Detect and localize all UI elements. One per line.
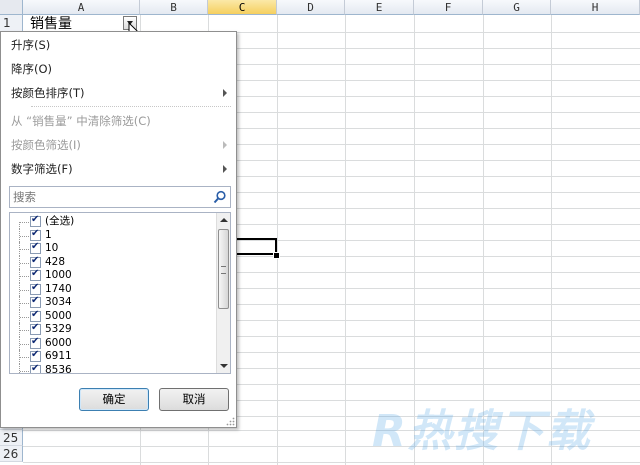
column-header-f[interactable]: F bbox=[414, 0, 483, 15]
list-item-label: 1740 bbox=[45, 282, 72, 295]
menu-separator bbox=[31, 106, 231, 107]
row-header-25[interactable]: 25 bbox=[0, 430, 23, 446]
checkbox-checked-icon[interactable] bbox=[30, 295, 41, 308]
tree-line bbox=[20, 249, 29, 250]
list-item[interactable]: 1740 bbox=[10, 282, 210, 296]
list-item-label: 5000 bbox=[45, 309, 72, 322]
list-item-label: (全选) bbox=[45, 215, 75, 227]
column-header-h[interactable]: H bbox=[551, 0, 640, 15]
column-header-b[interactable]: B bbox=[140, 0, 208, 15]
ok-button[interactable]: 确定 bbox=[79, 388, 149, 411]
scrollbar-thumb[interactable] bbox=[218, 229, 229, 309]
resize-grip-icon[interactable] bbox=[225, 416, 235, 426]
checkbox-checked-icon[interactable] bbox=[30, 336, 41, 349]
tree-line bbox=[19, 363, 21, 373]
select-all-corner[interactable] bbox=[0, 0, 23, 15]
list-item[interactable]: (全选) bbox=[10, 214, 210, 229]
list-item[interactable]: 5000 bbox=[10, 309, 210, 323]
checkbox-checked-icon[interactable] bbox=[30, 255, 41, 268]
filter-values-list: (全选) 1 10 428 1000 bbox=[9, 212, 231, 374]
checkbox-checked-icon[interactable] bbox=[30, 322, 41, 335]
list-item-label: 6000 bbox=[45, 336, 72, 349]
tree-line bbox=[20, 289, 29, 291]
checkbox-checked-icon[interactable] bbox=[30, 228, 41, 241]
tree-line bbox=[20, 303, 29, 304]
tree-line bbox=[20, 276, 29, 277]
checkbox-checked-icon[interactable] bbox=[30, 268, 41, 281]
submenu-arrow-icon bbox=[223, 141, 227, 149]
tree-line bbox=[20, 222, 29, 223]
checkbox-checked-icon[interactable] bbox=[30, 214, 41, 227]
list-item-label: 10 bbox=[45, 242, 59, 254]
menu-item-filter-by-color: 按颜色筛选(I) bbox=[11, 138, 81, 152]
tree-line bbox=[20, 370, 29, 372]
list-scrollbar[interactable] bbox=[216, 213, 230, 373]
checkbox-checked-icon[interactable] bbox=[30, 363, 41, 373]
autofilter-dropdown-panel: 升序(S) 降序(O) 按颜色排序(T) 从 “销售量” 中清除筛选(C) 按颜… bbox=[0, 31, 237, 428]
list-item-label: 428 bbox=[45, 255, 66, 268]
tree-line bbox=[20, 262, 29, 264]
submenu-arrow-icon bbox=[223, 89, 227, 97]
watermark-logo: R热搜下载 bbox=[372, 406, 592, 457]
menu-item-sort-descending[interactable]: 降序(O) bbox=[11, 59, 52, 79]
row-header-1[interactable]: 1 bbox=[0, 15, 23, 32]
menu-item-sort-by-color[interactable]: 按颜色排序(T) bbox=[11, 83, 85, 103]
checkbox-checked-icon[interactable] bbox=[30, 241, 41, 254]
list-item[interactable]: 8536 bbox=[10, 363, 210, 374]
scroll-down-icon[interactable] bbox=[217, 359, 230, 373]
menu-item-clear-filter: 从 “销售量” 中清除筛选(C) bbox=[11, 114, 151, 128]
menu-item-number-filters[interactable]: 数字筛选(F) bbox=[11, 159, 73, 179]
list-item-label: 6911 bbox=[45, 350, 72, 362]
column-header-d[interactable]: D bbox=[277, 0, 345, 15]
list-item[interactable]: 6911 bbox=[10, 349, 210, 364]
column-header-a[interactable]: A bbox=[23, 0, 140, 15]
scroll-up-icon[interactable] bbox=[217, 213, 230, 227]
search-icon[interactable] bbox=[213, 190, 227, 204]
search-input[interactable] bbox=[10, 187, 203, 207]
list-item-label: 1000 bbox=[45, 269, 72, 281]
list-item[interactable]: 5329 bbox=[10, 322, 210, 337]
tree-line bbox=[20, 316, 29, 318]
submenu-arrow-icon bbox=[223, 165, 227, 173]
fill-handle[interactable] bbox=[273, 252, 280, 259]
list-item[interactable]: 6000 bbox=[10, 336, 210, 350]
list-item-label: 3034 bbox=[45, 296, 72, 308]
menu-item-sort-ascending[interactable]: 升序(S) bbox=[11, 35, 50, 55]
checkbox-checked-icon[interactable] bbox=[30, 309, 41, 322]
column-header-e[interactable]: E bbox=[345, 0, 414, 15]
list-item-label: 5329 bbox=[45, 323, 72, 335]
column-header-g[interactable]: G bbox=[483, 0, 551, 15]
list-item-label: 1 bbox=[45, 228, 52, 241]
active-cell-selection[interactable] bbox=[232, 238, 277, 255]
list-item[interactable]: 10 bbox=[10, 241, 210, 256]
column-header-c[interactable]: C bbox=[208, 0, 277, 15]
cancel-button[interactable]: 取消 bbox=[159, 388, 229, 411]
list-item[interactable]: 3034 bbox=[10, 295, 210, 310]
list-item[interactable]: 428 bbox=[10, 255, 210, 269]
checkbox-checked-icon[interactable] bbox=[30, 349, 41, 362]
list-item[interactable]: 1 bbox=[10, 228, 210, 242]
tree-line bbox=[20, 235, 29, 237]
tree-line bbox=[20, 343, 29, 345]
checkbox-checked-icon[interactable] bbox=[30, 282, 41, 295]
tree-line bbox=[20, 330, 29, 331]
row-header-26[interactable]: 26 bbox=[0, 446, 23, 462]
search-box[interactable] bbox=[9, 186, 231, 208]
list-item-label: 8536 bbox=[45, 363, 72, 374]
list-item[interactable]: 1000 bbox=[10, 268, 210, 283]
tree-line bbox=[20, 357, 29, 358]
